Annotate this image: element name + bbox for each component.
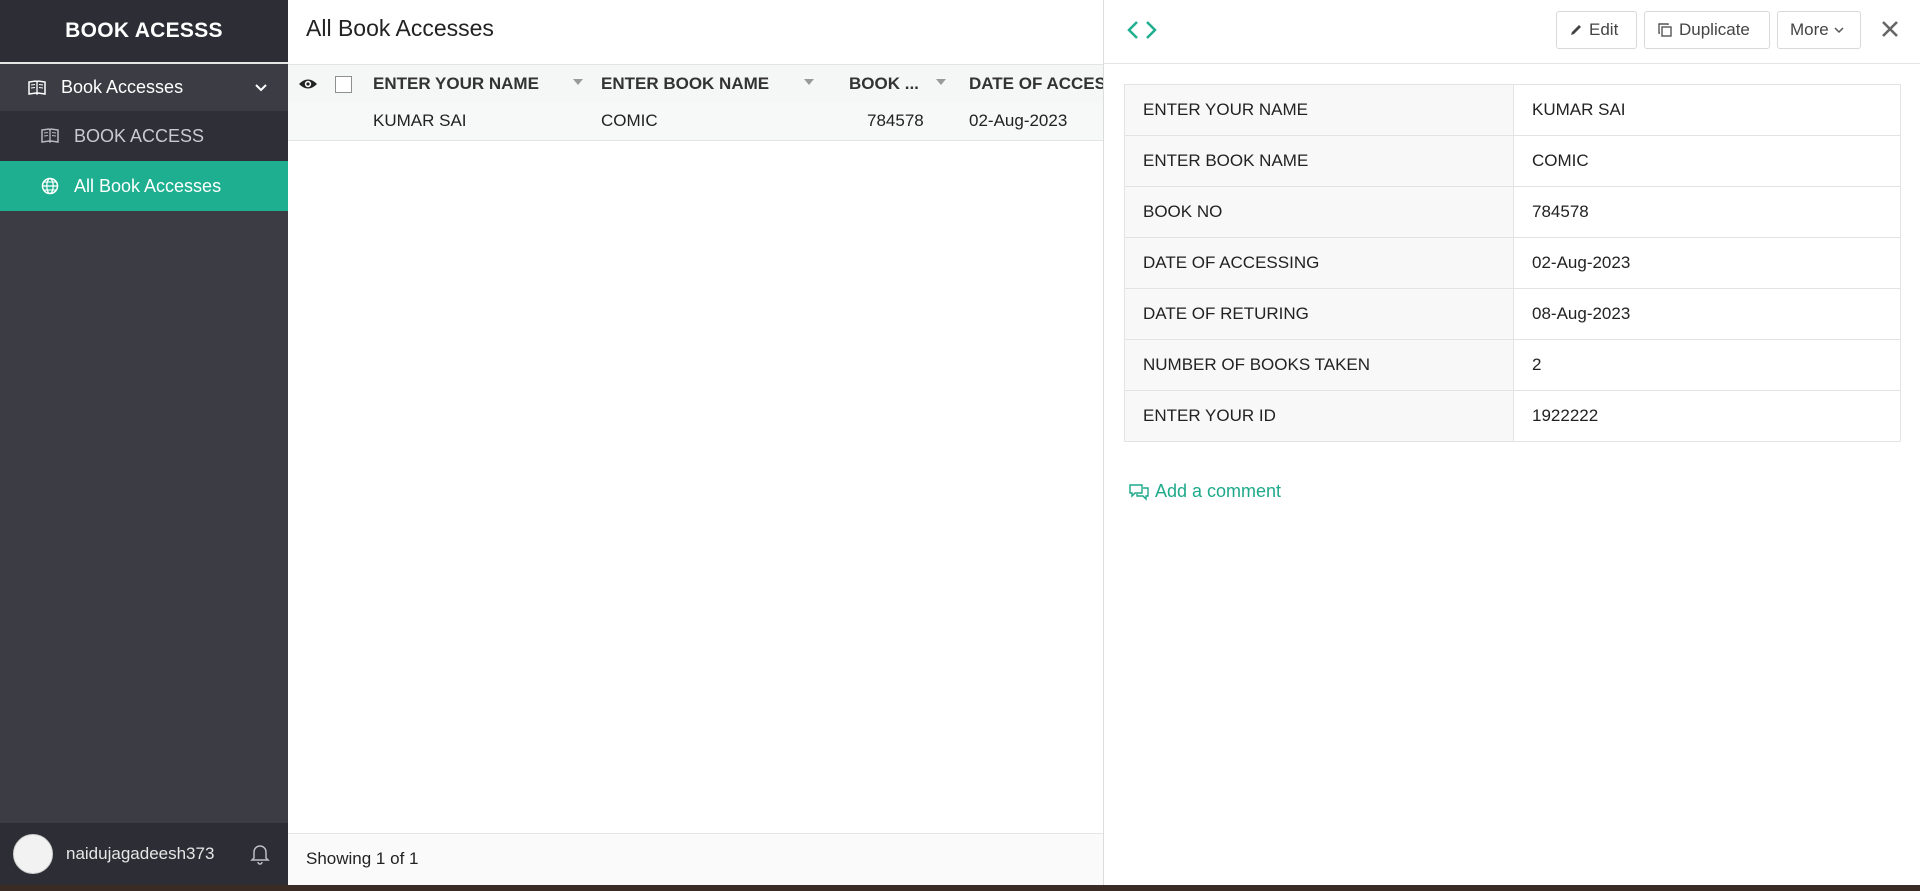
book-icon — [40, 126, 60, 146]
field-value: COMIC — [1513, 135, 1901, 187]
bell-icon[interactable] — [250, 843, 270, 870]
field-label: BOOK NO — [1124, 186, 1514, 238]
detail-row: ENTER YOUR NAME KUMAR SAI — [1124, 84, 1901, 136]
detail-row: ENTER YOUR ID 1922222 — [1124, 390, 1901, 442]
column-header-book-no[interactable]: BOOK ... — [849, 74, 919, 94]
sidebar-item-book-access[interactable]: BOOK ACCESS — [0, 111, 288, 161]
user-bar: naidujagadeesh373 — [0, 823, 288, 885]
book-icon — [27, 78, 47, 98]
sidebar-item-label: BOOK ACCESS — [74, 125, 205, 146]
avatar[interactable] — [13, 834, 53, 874]
sort-caret-icon[interactable] — [936, 79, 946, 85]
pencil-icon — [1571, 25, 1581, 35]
sort-caret-icon[interactable] — [804, 79, 814, 85]
next-record-icon[interactable] — [1144, 19, 1158, 46]
detail-panel: Edit Duplicate More ENTER YOUR NAME KUMA… — [1103, 0, 1920, 885]
duplicate-button[interactable]: Duplicate — [1644, 11, 1770, 49]
detail-row: DATE OF ACCESSING 02-Aug-2023 — [1124, 237, 1901, 289]
detail-row: NUMBER OF BOOKS TAKEN 2 — [1124, 339, 1901, 391]
edit-button-label: Edit — [1589, 20, 1619, 39]
previous-record-icon[interactable] — [1126, 19, 1140, 46]
list-view: All Book Accesses ENTER YOUR NAME ENTER … — [288, 0, 1106, 885]
record-details: ENTER YOUR NAME KUMAR SAI ENTER BOOK NAM… — [1124, 84, 1901, 442]
table-header: ENTER YOUR NAME ENTER BOOK NAME BOOK ...… — [288, 64, 1106, 104]
record-count-bar: Showing 1 of 1 — [288, 833, 1103, 885]
window-bottom-edge — [0, 885, 1920, 891]
field-value: 1922222 — [1513, 390, 1901, 442]
more-button[interactable]: More — [1777, 11, 1861, 49]
close-icon[interactable] — [1881, 20, 1899, 43]
cell-date: 02-Aug-2023 — [969, 111, 1068, 130]
field-label: NUMBER OF BOOKS TAKEN — [1124, 339, 1514, 391]
page-title: All Book Accesses — [306, 15, 494, 41]
eye-icon[interactable] — [298, 76, 318, 97]
sort-caret-icon[interactable] — [573, 79, 583, 85]
sidebar-item-all-book-accesses[interactable]: All Book Accesses — [0, 161, 288, 211]
table-row[interactable]: KUMAR SAI COMIC 784578 02-Aug-2023 — [288, 103, 1103, 141]
field-value: KUMAR SAI — [1513, 84, 1901, 136]
field-label: DATE OF RETURING — [1124, 288, 1514, 340]
cell-name: KUMAR SAI — [373, 111, 467, 130]
field-label: ENTER YOUR NAME — [1124, 84, 1514, 136]
field-label: DATE OF ACCESSING — [1124, 237, 1514, 289]
column-header-name[interactable]: ENTER YOUR NAME — [373, 74, 539, 94]
sidebar-item-label: All Book Accesses — [74, 175, 222, 196]
cell-book-no: 784578 — [867, 111, 924, 130]
chevron-down-icon — [1834, 27, 1844, 34]
detail-toolbar: Edit Duplicate More — [1104, 0, 1920, 64]
field-value: 08-Aug-2023 — [1513, 288, 1901, 340]
duplicate-icon — [1658, 23, 1672, 37]
duplicate-button-label: Duplicate — [1679, 20, 1750, 39]
add-comment-label: Add a comment — [1155, 481, 1282, 501]
field-value: 2 — [1513, 339, 1901, 391]
chevron-down-icon[interactable] — [254, 79, 268, 100]
cell-book-name: COMIC — [601, 111, 658, 130]
field-value: 02-Aug-2023 — [1513, 237, 1901, 289]
field-label: ENTER YOUR ID — [1124, 390, 1514, 442]
edit-button[interactable]: Edit — [1556, 11, 1637, 49]
sidebar: BOOK ACESSS Book Accesses BOOK ACCESS Al… — [0, 0, 288, 885]
add-comment-link[interactable]: Add a comment — [1129, 481, 1281, 502]
column-header-date-of-access[interactable]: DATE OF ACCES — [969, 74, 1106, 94]
app-title: BOOK ACESSS — [0, 0, 288, 64]
detail-row: DATE OF RETURING 08-Aug-2023 — [1124, 288, 1901, 340]
comment-icon — [1129, 483, 1149, 501]
field-value: 784578 — [1513, 186, 1901, 238]
sidebar-group-book-accesses[interactable]: Book Accesses — [0, 64, 288, 111]
globe-icon — [40, 176, 60, 196]
more-button-label: More — [1790, 20, 1829, 39]
username[interactable]: naidujagadeesh373 — [66, 844, 214, 864]
record-count: Showing 1 of 1 — [306, 849, 419, 868]
field-label: ENTER BOOK NAME — [1124, 135, 1514, 187]
detail-row: BOOK NO 784578 — [1124, 186, 1901, 238]
select-all-checkbox[interactable] — [335, 76, 352, 93]
detail-row: ENTER BOOK NAME COMIC — [1124, 135, 1901, 187]
sidebar-group-label: Book Accesses — [61, 77, 184, 97]
column-header-book-name[interactable]: ENTER BOOK NAME — [601, 74, 769, 94]
